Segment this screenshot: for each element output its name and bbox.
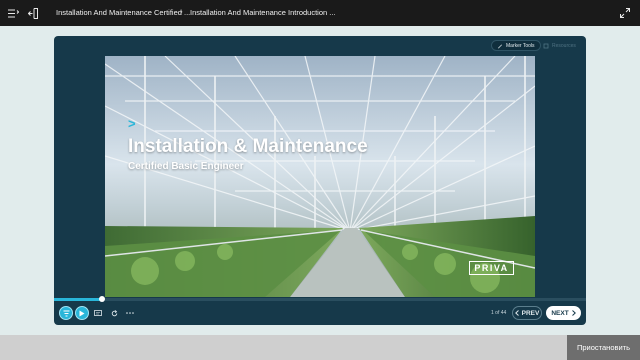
menu-icon[interactable]	[2, 0, 24, 26]
marker-tools-button[interactable]: Marker Tools	[491, 40, 541, 51]
exit-icon[interactable]	[22, 0, 44, 26]
filter-icon	[63, 310, 69, 316]
resources-button[interactable]: Resources	[538, 40, 581, 51]
seek-handle[interactable]	[99, 296, 105, 302]
resources-icon	[543, 43, 549, 48]
slide: > Installation & Maintenance Certified B…	[105, 56, 535, 297]
fullscreen-icon[interactable]	[614, 0, 636, 26]
slide-accent-chevron: >	[128, 116, 136, 131]
play-button[interactable]	[75, 306, 89, 320]
play-icon	[79, 310, 85, 316]
top-bar: Installation And Maintenance Certified .…	[0, 0, 640, 26]
replay-button[interactable]	[107, 306, 121, 320]
priva-logo: PRIVA	[469, 261, 514, 275]
bottom-bar	[0, 335, 640, 360]
captions-button[interactable]	[91, 306, 105, 320]
course-player: Marker Tools Resources > Installation & …	[54, 36, 586, 325]
next-button[interactable]: NEXT	[546, 306, 581, 320]
slide-title: Installation & Maintenance	[128, 136, 368, 157]
resources-label: Resources	[552, 42, 576, 49]
chevron-left-icon	[514, 310, 519, 316]
breadcrumb-lesson[interactable]: Installation And Maintenance Introductio…	[190, 8, 336, 17]
seek-bar[interactable]	[54, 296, 586, 302]
page-counter: 1 of 44	[491, 310, 507, 316]
chevron-right-icon	[571, 310, 576, 316]
pause-button[interactable]: Приостановить	[567, 335, 640, 360]
marker-tools-label: Marker Tools	[506, 42, 535, 49]
replay-icon	[111, 309, 117, 316]
next-label: NEXT	[551, 309, 569, 317]
prev-label: PREV	[521, 309, 540, 317]
more-button[interactable]	[123, 306, 137, 320]
filter-button[interactable]	[59, 306, 73, 320]
more-icon	[126, 312, 134, 314]
seek-progress	[54, 298, 102, 301]
captions-icon	[94, 310, 102, 316]
slide-subtitle: Certified Basic Engineer	[128, 161, 244, 172]
prev-button[interactable]: PREV	[512, 306, 542, 320]
breadcrumb-course[interactable]: Installation And Maintenance Certified .…	[56, 8, 190, 17]
breadcrumb-separator: ›	[180, 7, 183, 16]
marker-icon	[498, 44, 502, 48]
